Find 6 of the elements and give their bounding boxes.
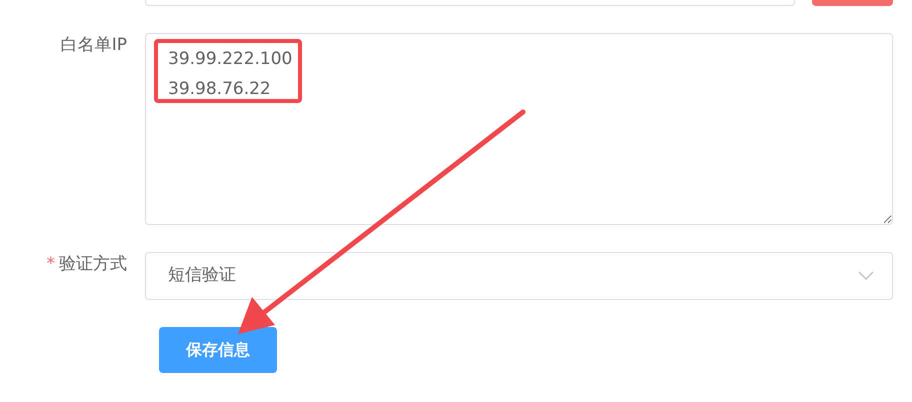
field-label: 白名单IP [60, 34, 127, 57]
chevron-down-icon [858, 271, 874, 281]
field-label: 验证方式 [59, 253, 127, 276]
ip-textarea[interactable]: 39.99.222.100 39.98.76.22 [145, 33, 893, 225]
required-mark: * [46, 253, 55, 276]
select-field[interactable]: 短信验证 [145, 252, 893, 300]
